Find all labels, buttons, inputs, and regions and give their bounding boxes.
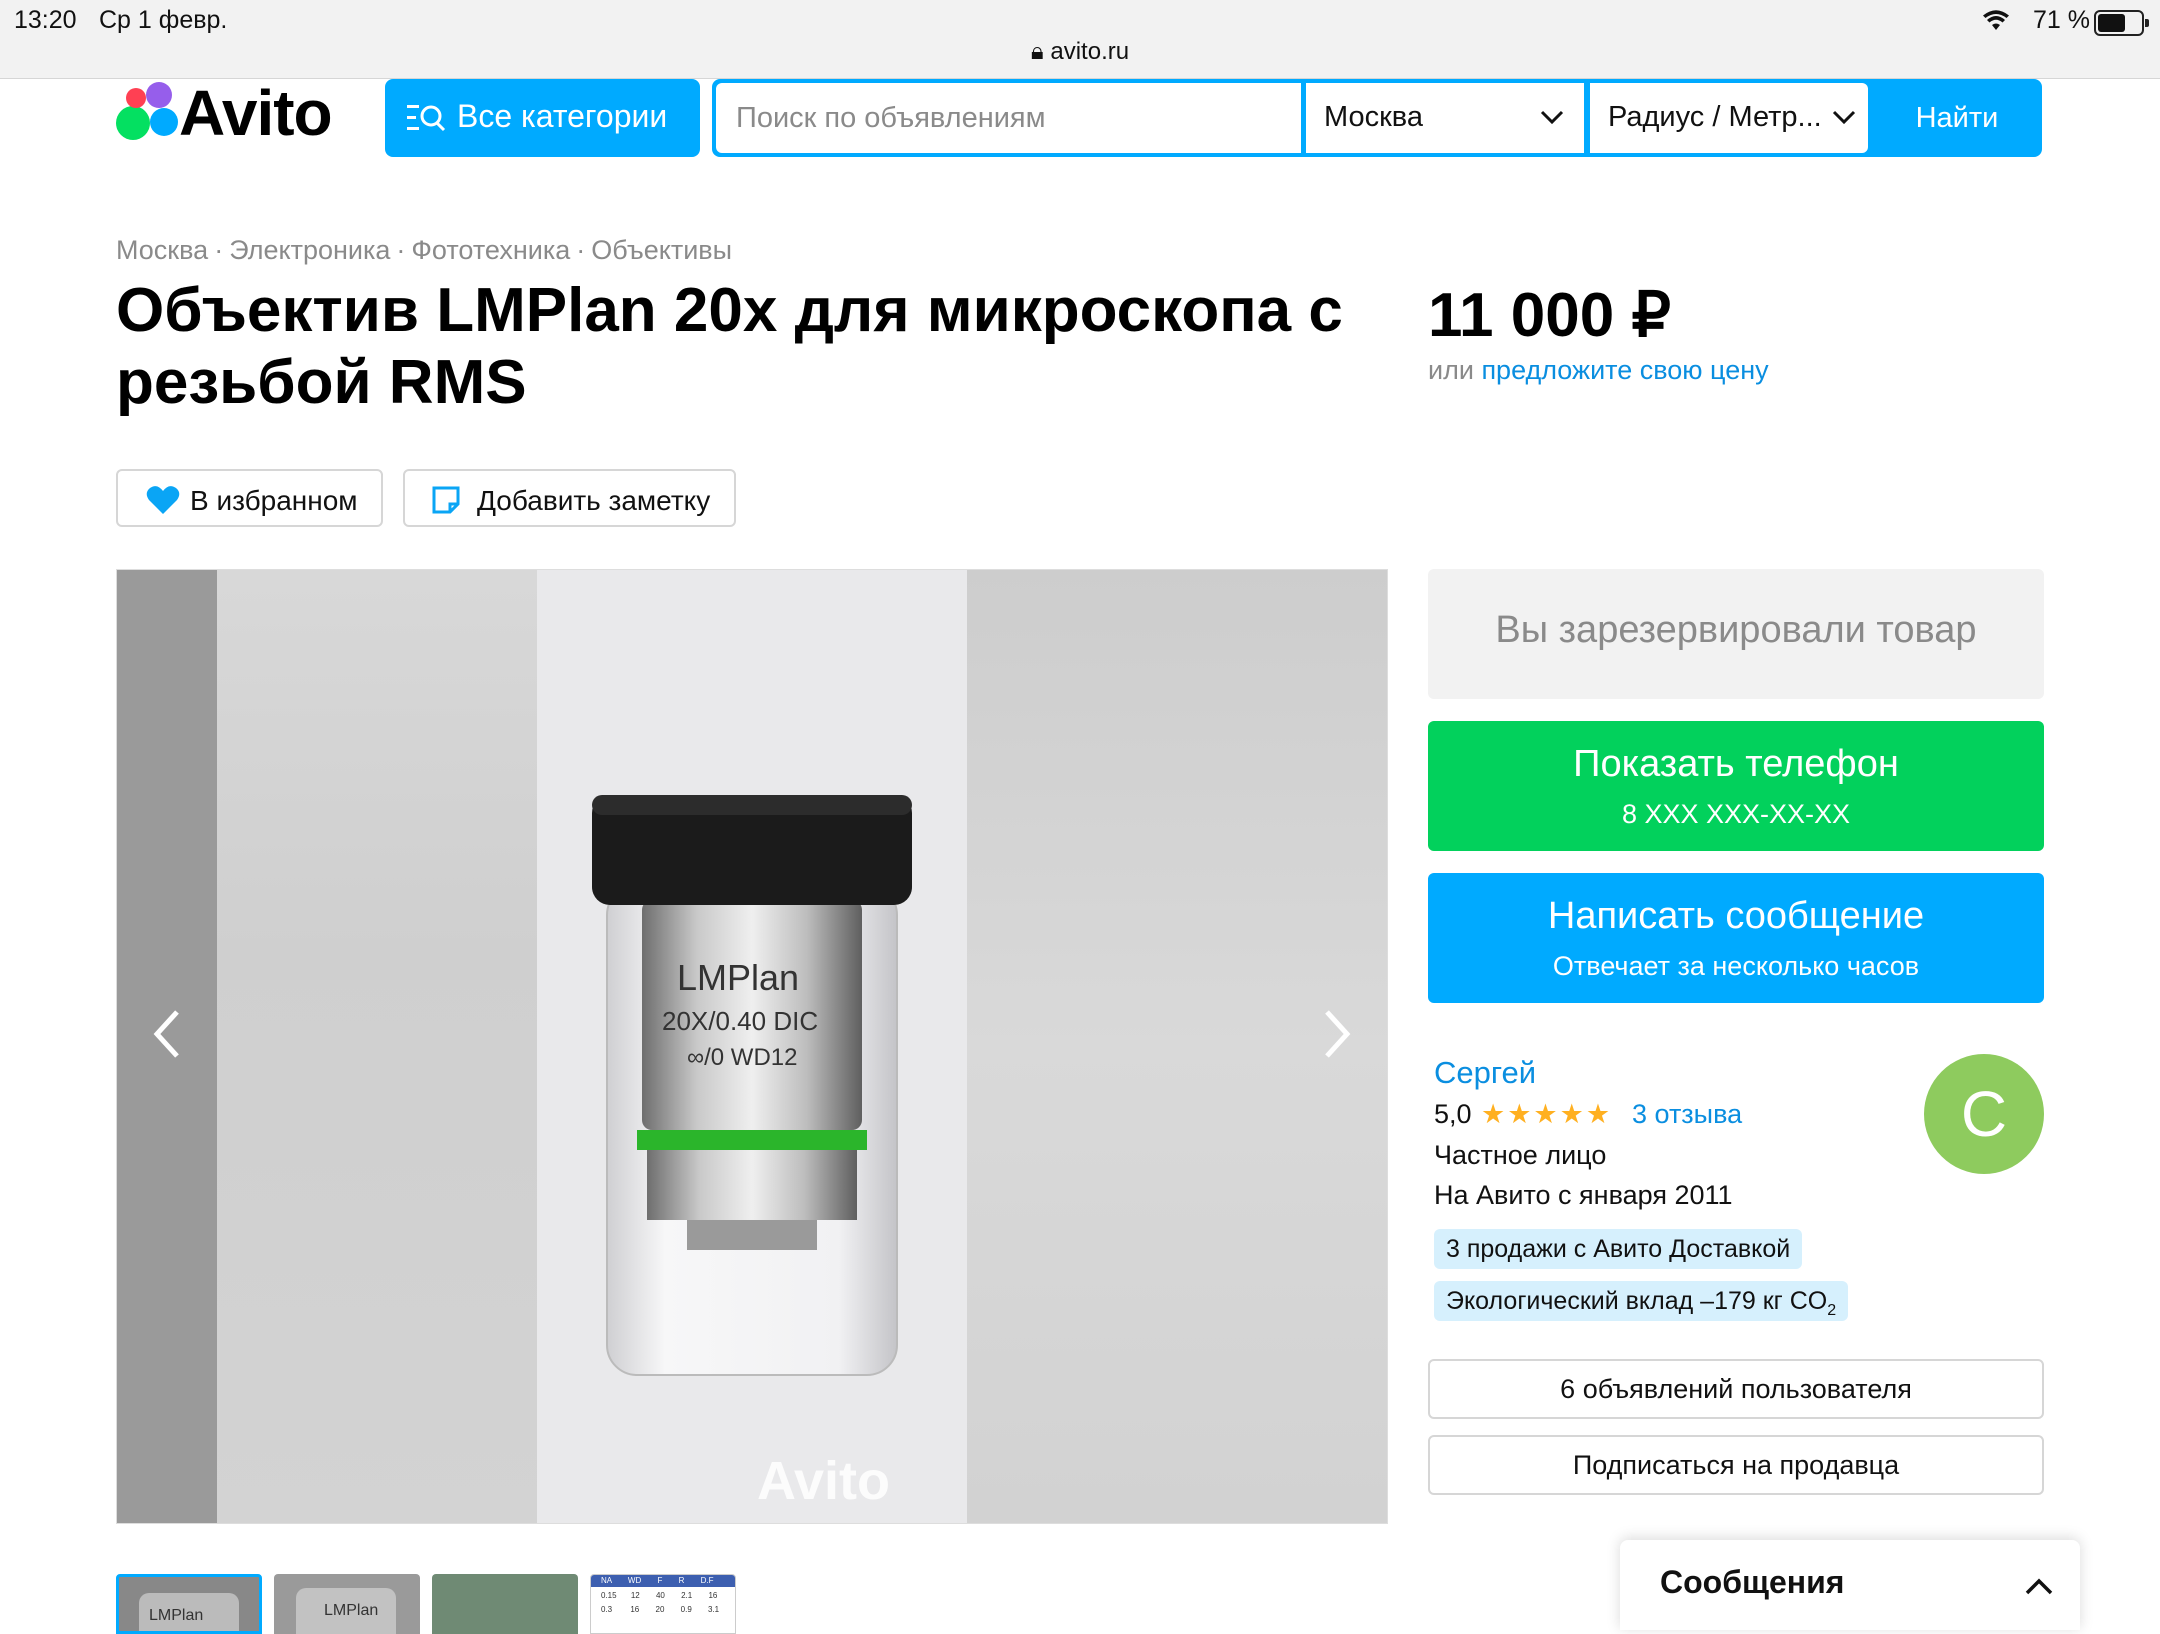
breadcrumb-item[interactable]: Электроника — [229, 235, 390, 265]
avatar[interactable]: С — [1924, 1054, 2044, 1174]
seller-rating: 5,0 — [1434, 1099, 1472, 1129]
gallery-next-button[interactable] — [1317, 1000, 1357, 1080]
status-date: Ср 1 февр. — [99, 6, 228, 34]
lens-text-3: ∞/0 WD12 — [687, 1044, 797, 1071]
reply-time: Отвечает за несколько часов — [1552, 951, 1920, 981]
favorite-button[interactable]: В избранном — [116, 469, 383, 527]
thumb-table-row: 0.15 12 40 2.1 16 — [601, 1591, 718, 1600]
price-offer: или предложите свою цену — [1428, 355, 1769, 386]
price: 11 000 ₽ — [1428, 281, 1671, 350]
heart-icon — [146, 486, 180, 514]
search-input[interactable] — [716, 83, 1301, 153]
battery-percent: 71 % — [2033, 6, 2090, 34]
gallery-prev-button[interactable] — [147, 1000, 187, 1080]
eco-badge: Экологический вклад –179 кг CO2 — [1434, 1281, 1849, 1321]
favorite-label: В избранном — [190, 485, 358, 516]
all-categories-button[interactable]: Все категории — [385, 79, 700, 157]
radius-select-value: Радиус / Метр... — [1608, 101, 1822, 133]
messages-label: Сообщения — [1660, 1564, 1845, 1600]
delivery-badge: 3 продажи с Авито Доставкой — [1434, 1229, 1803, 1269]
status-time: 13:20 — [14, 6, 77, 34]
city-select-value: Москва — [1324, 101, 1424, 133]
gallery-thumbnail[interactable]: LMPlan — [116, 1574, 262, 1634]
status-bar: 13:20 Ср 1 февр. 🔒︎ avito.ru 71 % — [0, 0, 2160, 79]
breadcrumb-item[interactable]: Объективы — [591, 235, 732, 265]
show-phone-label: Показать телефон — [1573, 743, 1899, 785]
all-categories-label: Все категории — [457, 98, 668, 134]
messages-panel[interactable]: Сообщения — [1620, 1540, 2080, 1630]
address-url: avito.ru — [1050, 38, 1130, 65]
thumb-label: LMPlan — [324, 1602, 379, 1619]
write-message-label: Написать сообщение — [1547, 895, 1925, 937]
battery-icon — [2094, 10, 2149, 36]
lens-text-2: 20X/0.40 DIC — [662, 1006, 818, 1036]
seller-name-link[interactable]: Сергей — [1434, 1055, 1536, 1091]
breadcrumb: Москва · Электроника · Фототехника · Объективы — [116, 235, 733, 265]
phone-masked: 8 XXX XXX-XX-XX — [1621, 799, 1851, 829]
lock-icon: 🔒︎ — [1030, 38, 1044, 65]
thumb-table-header: NA WD F R D.F — [601, 1576, 714, 1585]
add-note-label: Добавить заметку — [477, 485, 711, 516]
breadcrumb-item[interactable]: Фототехника — [411, 235, 570, 265]
gallery-thumbnail[interactable] — [432, 1574, 578, 1634]
thumb-table-row: 0.3 16 20 0.9 3.1 — [601, 1605, 720, 1614]
price-offer-prefix: или — [1428, 355, 1474, 385]
watermark: Avito — [757, 1451, 890, 1511]
avito-logo-icon[interactable] — [116, 82, 178, 140]
chevron-left-icon — [153, 1010, 179, 1058]
seller-listings-button[interactable]: 6 объявлений пользователя — [1428, 1359, 2044, 1419]
radius-select[interactable]: Радиус / Метр... — [1590, 83, 1868, 153]
photo-gallery[interactable]: LMPlan 20X/0.40 DIC ∞/0 WD12 Avito — [116, 569, 1388, 1524]
search-bar: Москва Радиус / Метр... Найти — [712, 79, 2042, 157]
eco-badge-subscript: 2 — [1827, 1302, 1837, 1319]
search-submit-button[interactable]: Найти — [1872, 79, 2042, 157]
product-photo: LMPlan 20X/0.40 DIC ∞/0 WD12 — [592, 795, 912, 1376]
categories-search-icon — [407, 105, 446, 132]
chevron-up-icon — [2025, 1578, 2053, 1595]
lens-text-1: LMPlan — [677, 957, 799, 998]
note-icon — [432, 486, 460, 514]
gallery-thumbnail[interactable]: LMPlan — [274, 1574, 420, 1634]
reviews-link[interactable]: 3 отзыва — [1632, 1099, 1742, 1130]
eco-badge-text: Экологический вклад –179 кг CO — [1446, 1287, 1828, 1315]
avito-logo-text[interactable]: Avito — [179, 76, 333, 150]
thumb-label: LMPlan — [149, 1607, 204, 1624]
add-note-button[interactable]: Добавить заметку — [403, 469, 736, 527]
show-phone-button[interactable]: Показать телефон 8 XXX XXX-XX-XX — [1428, 721, 2044, 851]
seller-type: Частное лицо — [1434, 1140, 1607, 1170]
page-title: Объектив LMPlan 20x для микроскопа с рез… — [116, 276, 1343, 417]
gallery-thumbnail[interactable]: NA WD F R D.F 0.15 12 40 2.1 16 0.3 16 2… — [590, 1574, 736, 1634]
rating-stars-icon: ★★★★★ — [1481, 1099, 1613, 1129]
subscribe-seller-button[interactable]: Подписаться на продавца — [1428, 1435, 2044, 1495]
wifi-icon — [1983, 10, 2009, 30]
seller-since: На Авито с января 2011 — [1434, 1180, 1733, 1210]
chevron-down-icon — [1540, 110, 1564, 125]
write-message-button[interactable]: Написать сообщение Отвечает за несколько… — [1428, 873, 2044, 1003]
chevron-right-icon — [1325, 1010, 1351, 1058]
reserved-label: Вы зарезервировали товар — [1495, 609, 1977, 651]
chevron-down-icon — [1832, 110, 1856, 125]
address-bar[interactable]: 🔒︎ avito.ru — [0, 38, 2160, 66]
offer-price-link[interactable]: предложите свою цену — [1481, 355, 1768, 385]
breadcrumb-item[interactable]: Москва — [116, 235, 208, 265]
reserved-status: Вы зарезервировали товар — [1428, 569, 2044, 699]
city-select[interactable]: Москва — [1306, 83, 1584, 153]
